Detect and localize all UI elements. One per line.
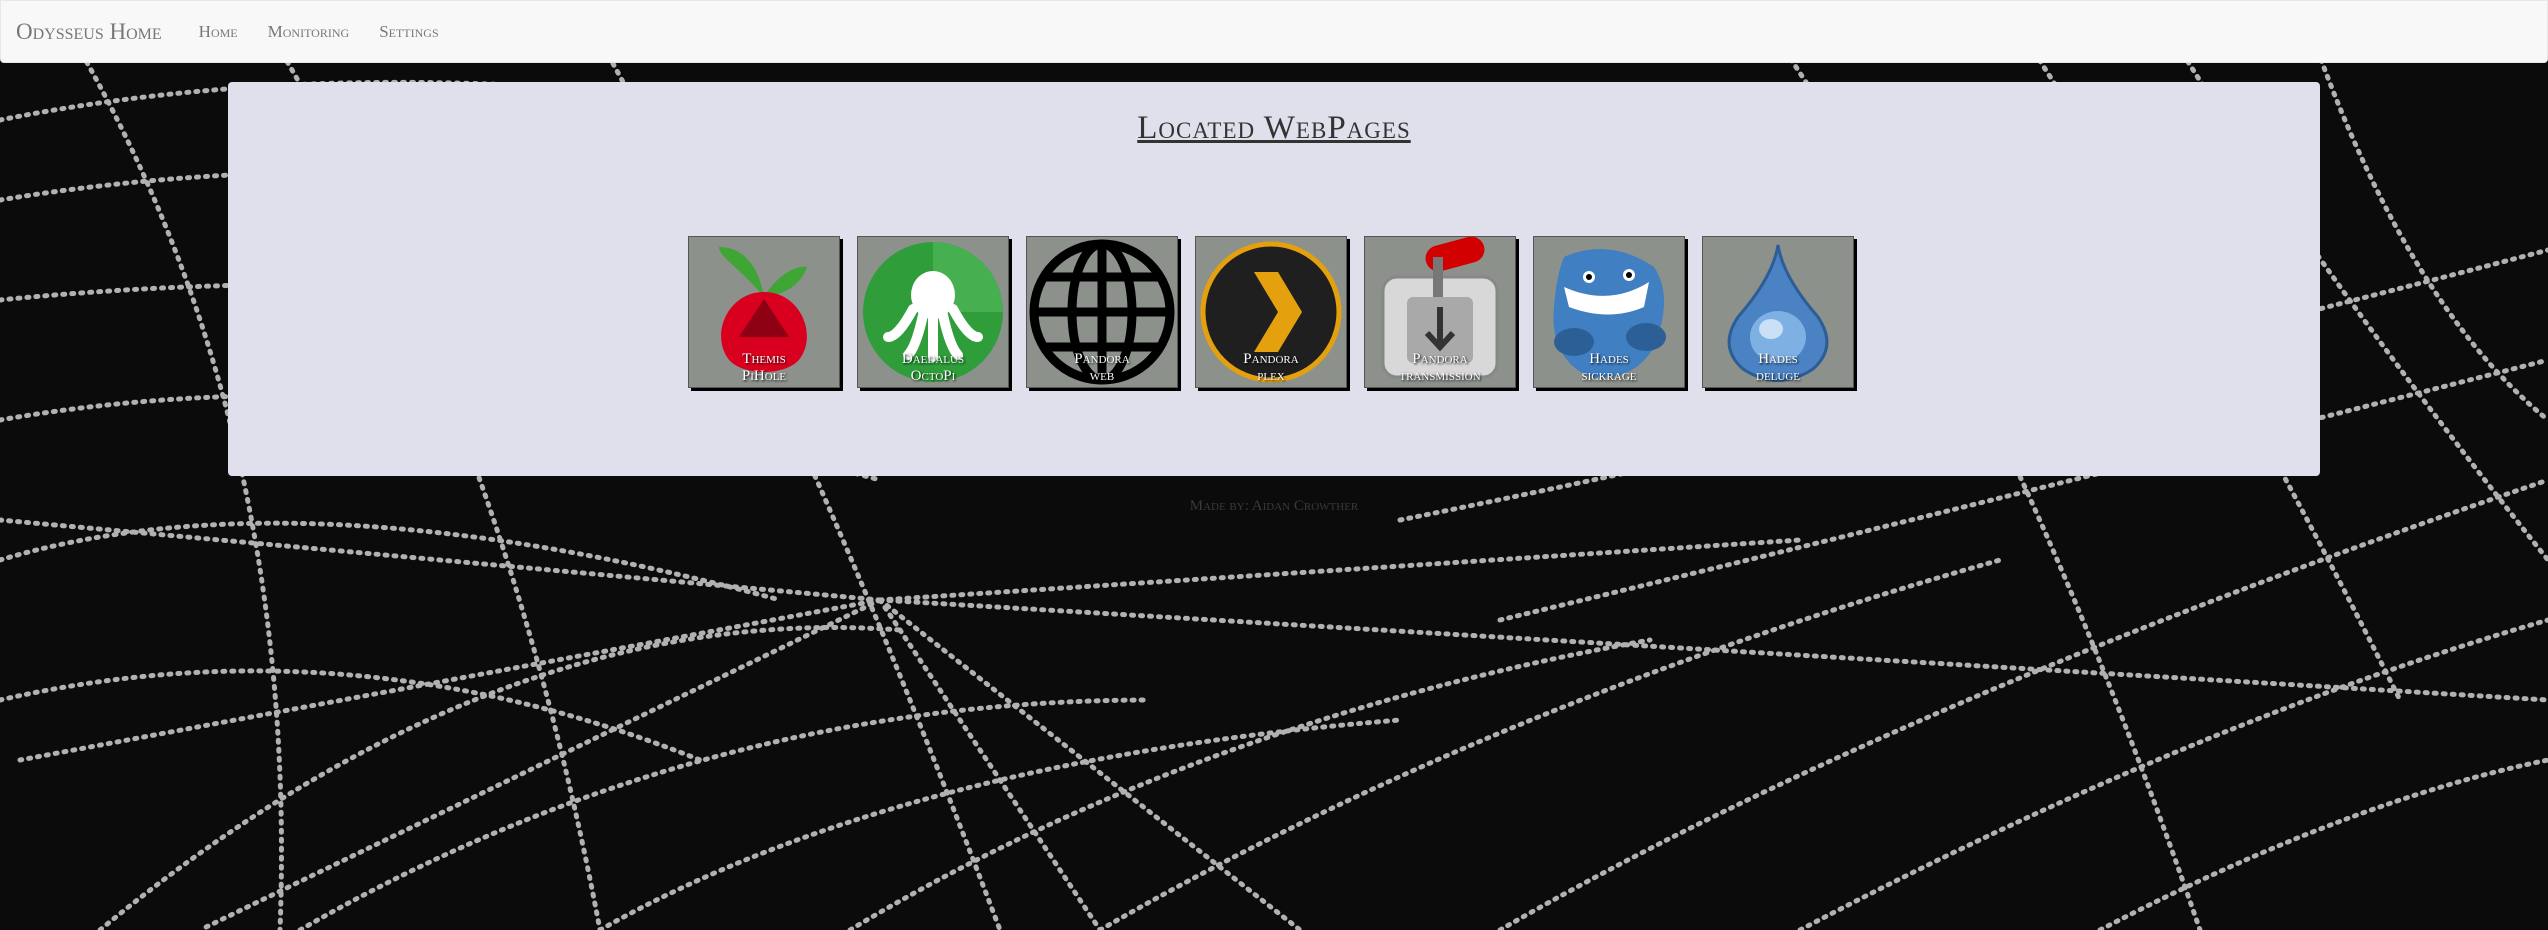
footer-credit: Made by: Aidan Crowther — [1189, 498, 1359, 514]
nav-link-home[interactable]: Home — [199, 22, 238, 42]
tile-hades-sickrage[interactable]: Hades sickrage — [1533, 236, 1685, 388]
tile-pandora-web[interactable]: Pandora web — [1026, 236, 1178, 388]
tile-label: Hades sickrage — [1581, 351, 1637, 384]
tile-label: Themis PiHole — [741, 351, 787, 384]
tile-pandora-transmission[interactable]: Pandora transmission — [1364, 236, 1516, 388]
located-webpages-panel: Located WebPages Themis PiHole Daedalus … — [228, 82, 2320, 476]
tile-label: Pandora web — [1074, 351, 1130, 384]
tile-themis-pihole[interactable]: Themis PiHole — [688, 236, 840, 388]
tile-grid: Themis PiHole Daedalus OctoPi Pandora we… — [688, 236, 1854, 388]
tile-daedalus-octopi[interactable]: Daedalus OctoPi — [857, 236, 1009, 388]
nav-link-monitoring[interactable]: Monitoring — [268, 22, 350, 42]
tile-label: Daedalus OctoPi — [901, 351, 965, 384]
top-navbar: Odysseus Home Home Monitoring Settings — [0, 0, 2548, 63]
tile-label: Hades deluge — [1756, 351, 1800, 384]
brand-link[interactable]: Odysseus Home — [16, 19, 162, 45]
tile-hades-deluge[interactable]: Hades deluge — [1702, 236, 1854, 388]
tile-label: Pandora plex — [1243, 351, 1299, 384]
tile-label: Pandora transmission — [1399, 351, 1481, 384]
nav-link-settings[interactable]: Settings — [379, 22, 438, 42]
tile-pandora-plex[interactable]: Pandora plex — [1195, 236, 1347, 388]
page-title: Located WebPages — [1137, 110, 1411, 146]
